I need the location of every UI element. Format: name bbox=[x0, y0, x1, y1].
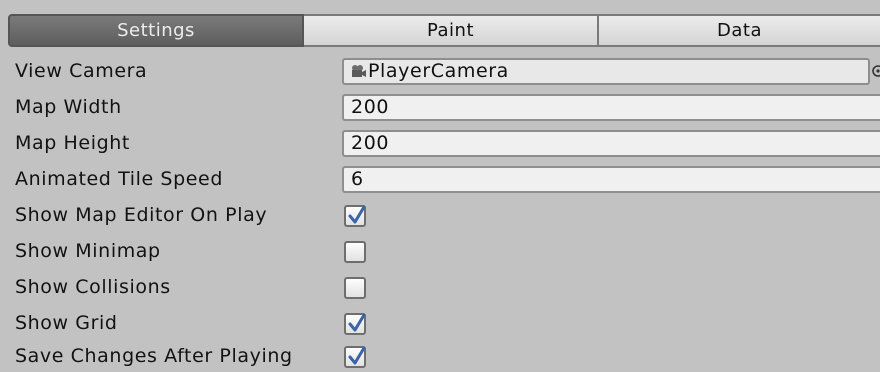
show-minimap-label: Show Minimap bbox=[15, 240, 161, 262]
view-camera-row: View Camera PlayerCamera bbox=[0, 56, 880, 87]
show-collisions-label: Show Collisions bbox=[15, 276, 171, 298]
show-collisions-checkbox[interactable] bbox=[344, 277, 366, 299]
show-map-editor-on-play-row: Show Map Editor On Play bbox=[0, 200, 880, 231]
map-height-row: Map Height 200 bbox=[0, 128, 880, 159]
show-grid-checkbox[interactable] bbox=[344, 313, 366, 335]
show-minimap-row: Show Minimap bbox=[0, 236, 880, 267]
show-map-editor-on-play-checkbox[interactable] bbox=[344, 205, 366, 227]
tab-data[interactable]: Data bbox=[599, 14, 880, 47]
show-grid-row: Show Grid bbox=[0, 308, 880, 339]
checkmark-icon bbox=[348, 313, 366, 332]
save-changes-after-playing-checkbox[interactable] bbox=[344, 346, 366, 368]
view-camera-label: View Camera bbox=[15, 60, 148, 82]
map-width-field[interactable]: 200 bbox=[342, 94, 880, 121]
animated-tile-speed-field[interactable]: 6 bbox=[342, 166, 880, 193]
tab-bar: Settings Paint Data bbox=[8, 14, 880, 47]
save-changes-after-playing-row: Save Changes After Playing bbox=[0, 341, 880, 372]
animated-tile-speed-label: Animated Tile Speed bbox=[15, 168, 223, 190]
map-width-label: Map Width bbox=[15, 96, 122, 118]
show-minimap-checkbox[interactable] bbox=[344, 241, 366, 263]
show-grid-label: Show Grid bbox=[15, 312, 118, 334]
map-height-label: Map Height bbox=[15, 132, 130, 154]
camera-icon bbox=[352, 65, 366, 77]
show-map-editor-on-play-label: Show Map Editor On Play bbox=[15, 204, 268, 226]
tab-settings[interactable]: Settings bbox=[8, 14, 304, 47]
save-changes-after-playing-label: Save Changes After Playing bbox=[15, 345, 293, 367]
map-height-field[interactable]: 200 bbox=[342, 130, 880, 157]
object-picker-icon[interactable] bbox=[871, 64, 880, 78]
tab-paint[interactable]: Paint bbox=[304, 14, 599, 47]
animated-tile-speed-row: Animated Tile Speed 6 bbox=[0, 164, 880, 195]
show-collisions-row: Show Collisions bbox=[0, 272, 880, 303]
map-width-row: Map Width 200 bbox=[0, 92, 880, 123]
view-camera-value: PlayerCamera bbox=[368, 60, 509, 82]
checkmark-icon bbox=[348, 205, 366, 224]
view-camera-field[interactable]: PlayerCamera bbox=[342, 58, 870, 85]
checkmark-icon bbox=[348, 346, 366, 365]
